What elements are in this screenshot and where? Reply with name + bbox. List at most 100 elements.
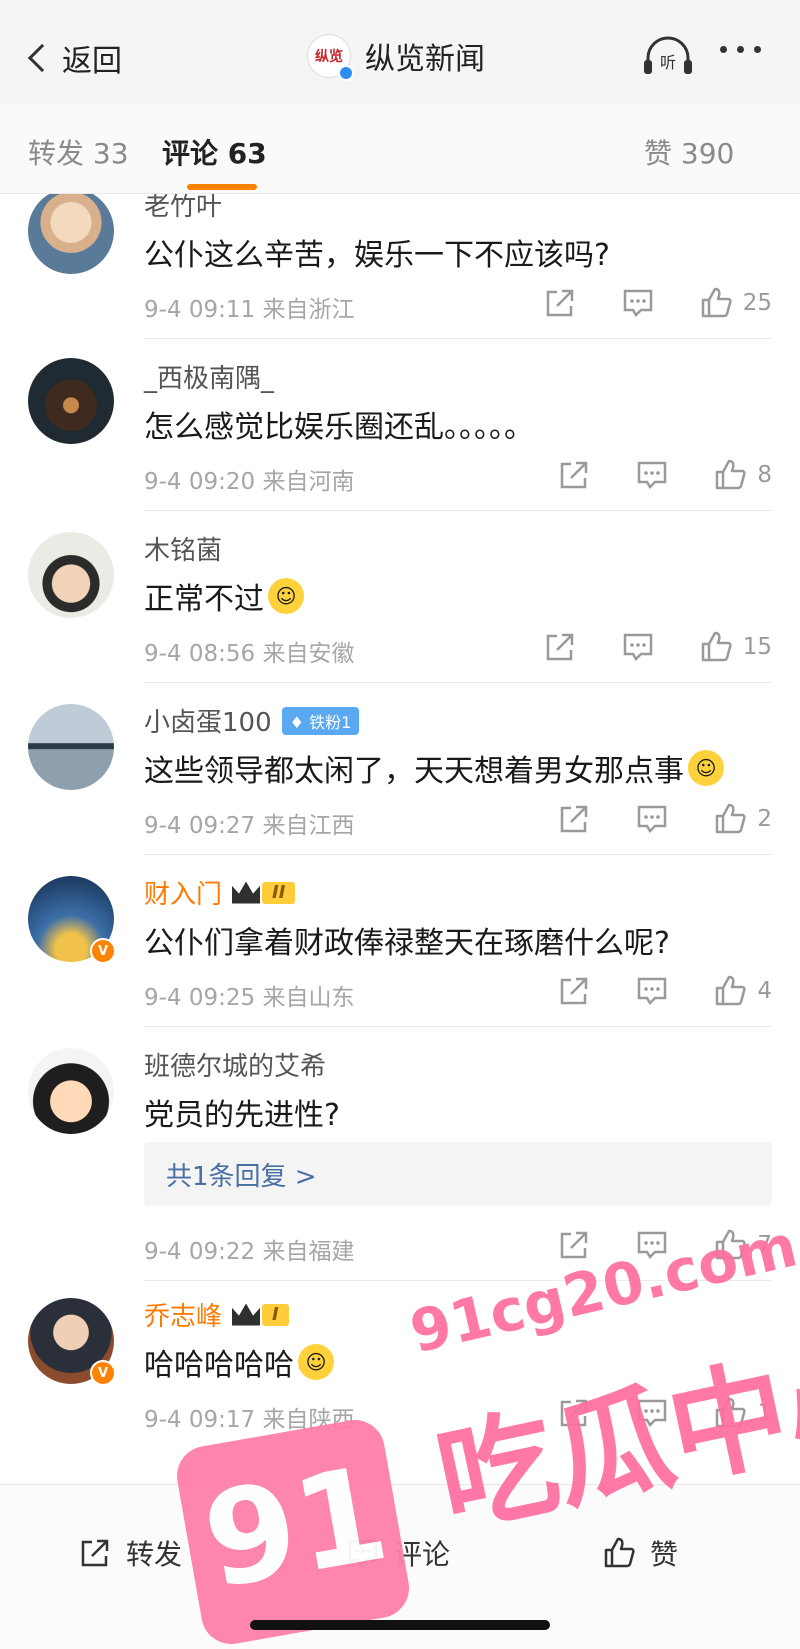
view-replies-link[interactable]: 共1条回复 > xyxy=(144,1142,772,1206)
laughing-emoji-icon: ☺ xyxy=(298,1344,334,1380)
avatar[interactable] xyxy=(28,704,114,790)
tab-likes[interactable]: 赞 390 xyxy=(644,132,734,172)
comment-icon[interactable] xyxy=(621,630,655,664)
like-count: 8 xyxy=(757,462,772,488)
share-icon[interactable] xyxy=(557,974,591,1008)
share-icon[interactable] xyxy=(557,802,591,836)
commenter-name-text: 班德尔城的艾希 xyxy=(144,1052,327,1082)
commenter-name-text: 老竹叶 xyxy=(144,194,223,222)
comment-meta: 9-4 09:22 来自福建 xyxy=(144,1232,354,1266)
share-icon[interactable] xyxy=(557,458,591,492)
share-icon xyxy=(81,1539,109,1567)
avatar[interactable] xyxy=(28,358,114,444)
comment-text-content: 公仆们拿着财政俸禄整天在琢磨什么呢? xyxy=(144,926,670,961)
brand-header[interactable]: 纵览 纵览新闻 xyxy=(307,34,485,81)
comment-text-content: 党员的先进性? xyxy=(144,1098,340,1133)
comment-meta: 9-4 09:20 来自河南 xyxy=(144,462,354,496)
commenter-name[interactable]: 木铭菌 xyxy=(144,530,222,567)
verified-v-icon: V xyxy=(90,1360,116,1386)
comment-text: 怎么感觉比娱乐圈还乱。。。。。 xyxy=(144,402,534,446)
commenter-name[interactable]: 老竹叶 xyxy=(144,194,222,223)
commenter-name[interactable]: _西极南隅_ xyxy=(144,358,274,395)
commenter-name[interactable]: 乔志峰 I xyxy=(144,1296,289,1333)
avatar[interactable]: V xyxy=(28,1298,116,1386)
comment-actions: 15 xyxy=(543,630,772,664)
comment-location: 来自安徽 xyxy=(262,641,355,667)
share-icon[interactable] xyxy=(543,286,577,320)
listen-label: 听 xyxy=(660,53,676,72)
avatar[interactable] xyxy=(28,194,114,274)
commenter-name-text: 小卤蛋100 xyxy=(144,708,272,738)
comment-icon[interactable] xyxy=(635,802,669,836)
verified-v-icon: V xyxy=(90,938,116,964)
back-button[interactable]: 返回 xyxy=(22,36,122,80)
comment-icon[interactable] xyxy=(621,286,655,320)
like-button[interactable]: 8 xyxy=(713,458,772,492)
commenter-name[interactable]: 班德尔城的艾希 xyxy=(144,1046,326,1083)
comment-icon[interactable] xyxy=(635,458,669,492)
fan-badge[interactable]: ♦ 铁粉1 xyxy=(281,706,360,735)
home-indicator[interactable] xyxy=(250,1620,550,1630)
commenter-name-text: 财入门 xyxy=(144,880,223,910)
like-button[interactable]: 15 xyxy=(699,630,772,664)
comment-text: 哈哈哈哈哈 ☺ xyxy=(144,1340,334,1384)
brand-logo: 纵览 xyxy=(307,34,354,81)
comment-location: 来自山东 xyxy=(262,985,355,1011)
comment-actions: 4 xyxy=(557,974,772,1008)
crown-icon xyxy=(232,1303,261,1326)
avatar[interactable] xyxy=(28,532,114,618)
repost-button[interactable]: 转发 xyxy=(78,1533,182,1573)
avatar[interactable]: V xyxy=(28,876,116,964)
avatar[interactable] xyxy=(28,1048,114,1134)
tab-comments[interactable]: 评论 63 xyxy=(162,132,267,172)
like-button[interactable]: 25 xyxy=(699,286,772,320)
view-replies-label: 共1条回复 > xyxy=(166,1162,317,1192)
like-post-button[interactable]: 赞 xyxy=(602,1533,678,1573)
like-count: 25 xyxy=(742,290,772,316)
brand-logo-text: 纵览 xyxy=(315,49,343,65)
headphones-listen-icon[interactable]: 听 xyxy=(642,36,694,76)
comment-meta: 9-4 09:27 来自江西 xyxy=(144,806,354,840)
like-button[interactable]: 4 xyxy=(713,974,772,1008)
comment-text-content: 这些领导都太闲了，天天想着男女那点事 xyxy=(144,754,684,789)
crown-icon xyxy=(232,881,261,904)
tab-comments-count: 63 xyxy=(227,137,267,170)
dot-icon xyxy=(720,46,727,53)
more-options-button[interactable] xyxy=(720,46,761,53)
tab-repost[interactable]: 转发 33 xyxy=(28,132,129,172)
tab-likes-count: 390 xyxy=(680,137,735,170)
commenter-name-text: _西极南隅_ xyxy=(144,364,275,394)
member-crown-badge[interactable]: II xyxy=(232,881,296,904)
commenter-name[interactable]: 财入门 II xyxy=(144,874,296,911)
comment-location: 来自河南 xyxy=(262,469,355,495)
comment-icon[interactable] xyxy=(635,974,669,1008)
member-level: I xyxy=(262,1303,289,1326)
commenter-name-text: 木铭菌 xyxy=(144,536,223,566)
commenter-name[interactable]: 小卤蛋100 ♦ 铁粉1 xyxy=(144,702,360,739)
thumbs-up-icon xyxy=(701,287,732,318)
comment-time: 9-4 08:56 xyxy=(144,641,256,667)
comment-location: 来自江西 xyxy=(262,813,355,839)
commenter-name-text: 乔志峰 xyxy=(144,1302,223,1332)
comment-time: 9-4 09:27 xyxy=(144,813,256,839)
comment-text-content: 怎么感觉比娱乐圈还乱。。。。。 xyxy=(144,410,534,445)
dot-icon xyxy=(737,46,744,53)
comment-text: 党员的先进性? xyxy=(144,1090,340,1134)
comment-meta: 9-4 09:25 来自山东 xyxy=(144,978,354,1012)
verified-icon xyxy=(338,65,354,81)
like-button[interactable]: 2 xyxy=(713,802,772,836)
share-icon[interactable] xyxy=(543,630,577,664)
tab-repost-label: 转发 xyxy=(28,137,85,170)
tab-likes-label: 赞 xyxy=(644,137,673,170)
watermark-logo-text: 91 xyxy=(193,1436,398,1619)
top-bar: 返回 纵览 纵览新闻 听 xyxy=(0,0,800,104)
thumbs-up-icon xyxy=(716,459,746,490)
thumbs-up-icon xyxy=(716,975,746,1006)
repost-label: 转发 xyxy=(126,1538,183,1571)
comment-actions: 8 xyxy=(557,458,772,492)
member-crown-badge[interactable]: I xyxy=(232,1303,289,1326)
like-count: 4 xyxy=(757,978,772,1004)
like-count: 2 xyxy=(757,806,772,832)
comment-actions: 25 xyxy=(543,286,772,320)
like-count: 15 xyxy=(742,634,772,660)
